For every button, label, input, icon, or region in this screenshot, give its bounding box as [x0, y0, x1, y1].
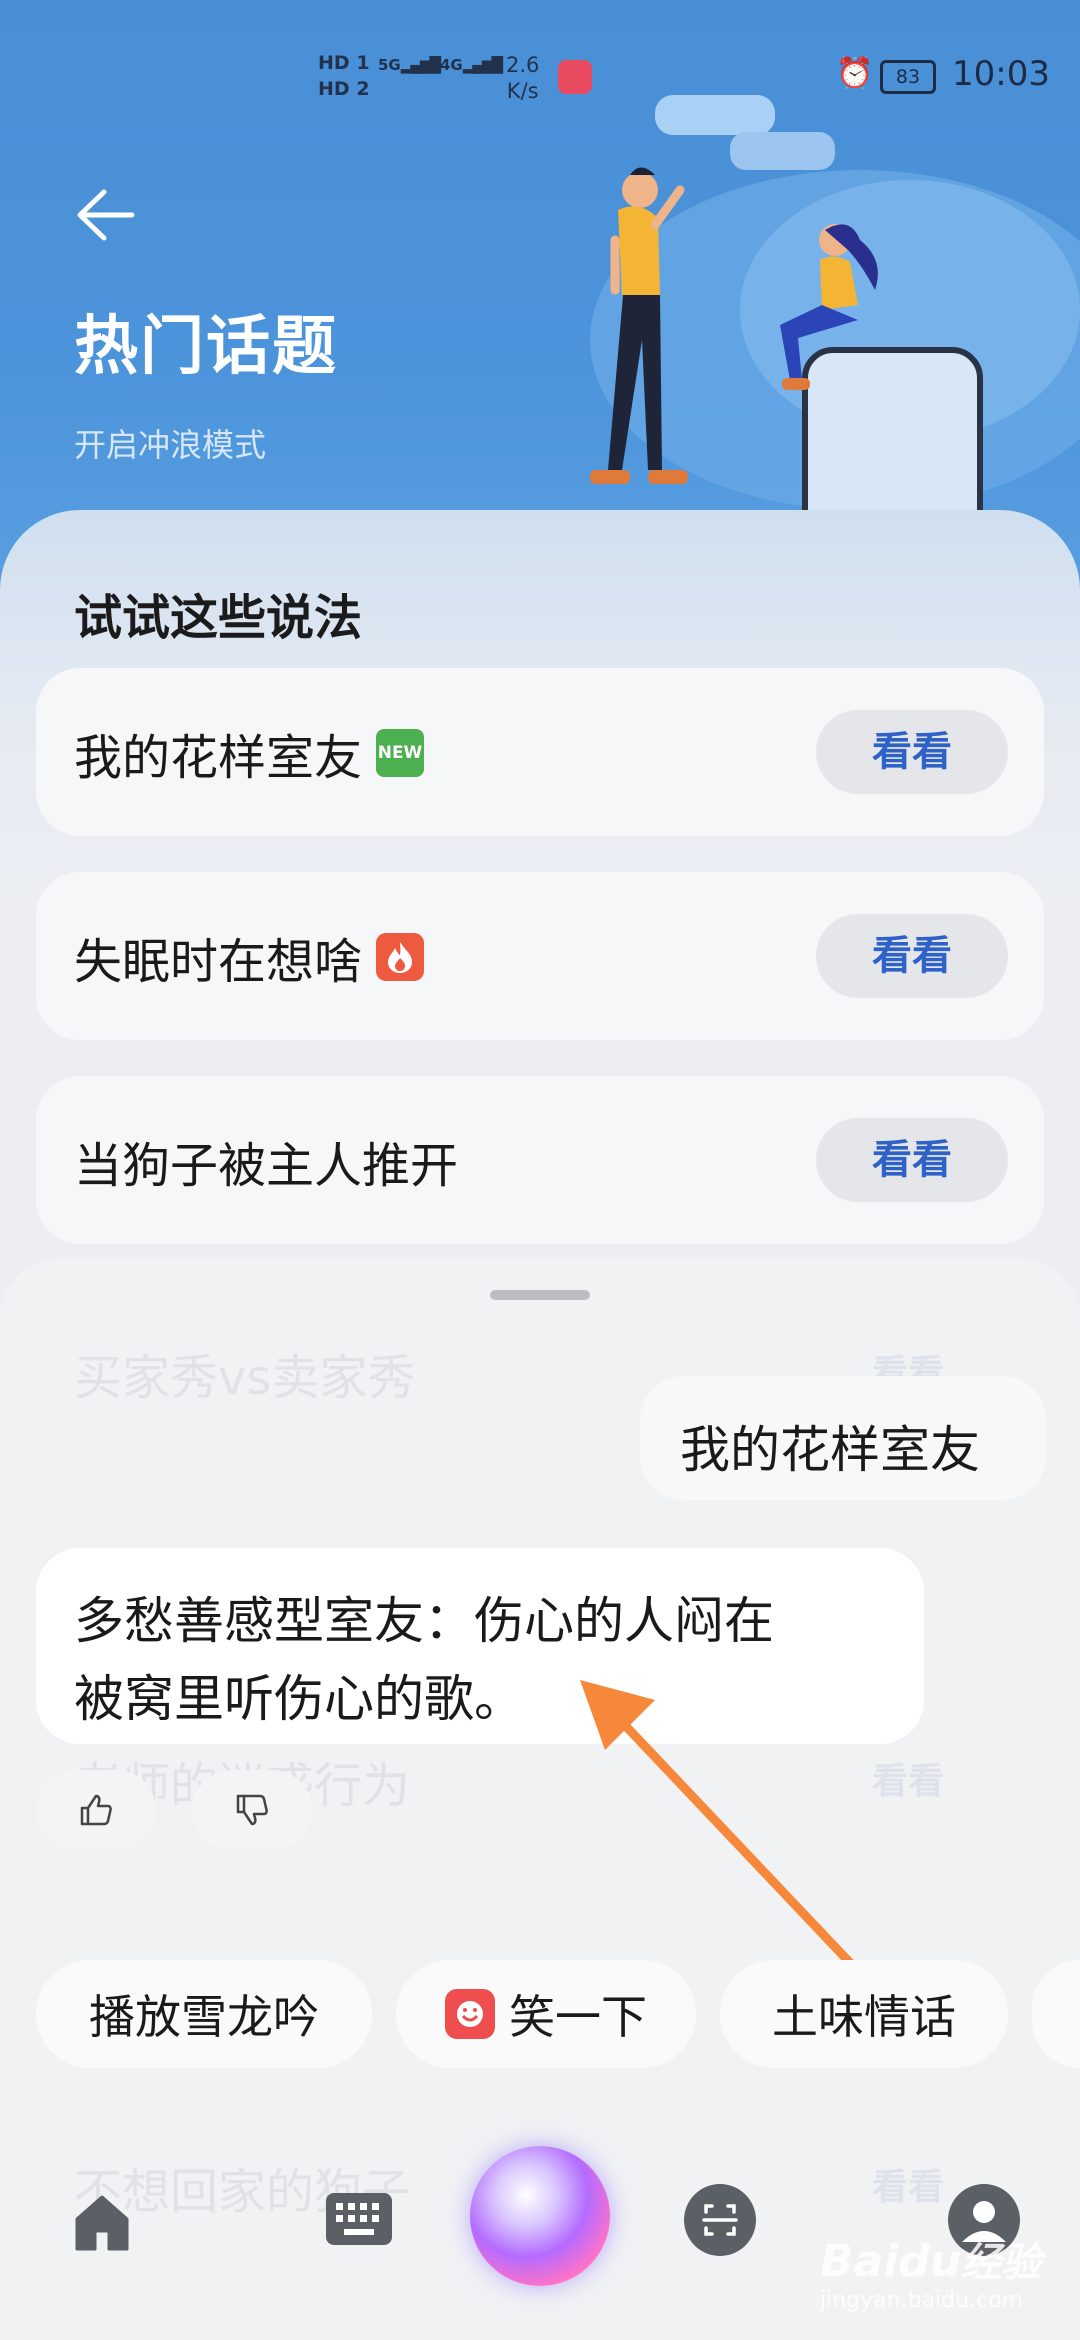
clock-time: 10:03 — [952, 54, 1050, 94]
laugh-app-icon — [445, 1989, 495, 2039]
new-badge: NEW — [376, 729, 425, 777]
suggestion-label: 我的花样室友 — [74, 730, 363, 786]
baidu-watermark: Baidu经验 jingyan.baidu.com — [820, 2236, 1042, 2313]
app-notification-icon — [558, 60, 592, 94]
user-message-bubble: 我的花样室友 — [640, 1376, 1046, 1500]
battery-icon: 83 — [880, 60, 936, 94]
suggestions-title: 试试这些说法 — [74, 590, 363, 646]
reply-text-line: 多愁善感型室友：伤心的人闷在 — [74, 1592, 774, 1650]
suggestion-card[interactable]: 当狗子被主人推开 看看 — [36, 1076, 1044, 1244]
quick-chip[interactable]: 笑一下 — [396, 1960, 696, 2068]
suggestion-label: 失眠时在想啥 — [74, 934, 363, 990]
thumbs-down-icon[interactable] — [192, 1770, 312, 1850]
suggestion-label: 当狗子被主人推开 — [74, 1138, 459, 1194]
look-button[interactable]: 看看 — [816, 1118, 1008, 1202]
quick-chip[interactable]: 播放雪龙吟 — [36, 1960, 372, 2068]
signal-4g-icon: 4G▂▄▆█ — [440, 56, 503, 74]
page-title: 热门话题 — [74, 310, 338, 384]
background-look-button: 看看 — [872, 2167, 945, 2208]
voice-orb-icon[interactable] — [470, 2146, 610, 2286]
alarm-icon: ⏰ — [836, 56, 874, 91]
keyboard-icon[interactable] — [322, 2186, 396, 2252]
fire-icon — [376, 933, 425, 981]
suggestion-card[interactable]: 我的花样室友 NEW 看看 — [36, 668, 1044, 836]
look-button[interactable]: 看看 — [816, 914, 1008, 998]
look-button[interactable]: 看看 — [816, 710, 1008, 794]
drag-handle[interactable] — [490, 1290, 590, 1300]
quick-chip[interactable]: 土味情话 — [720, 1960, 1008, 2068]
signal-5g-icon: 5G▂▄▆█ — [378, 56, 441, 74]
scan-icon[interactable] — [682, 2182, 758, 2258]
back-arrow-icon[interactable] — [70, 180, 150, 250]
page-subtitle: 开启冲浪模式 — [74, 426, 267, 464]
user-message-text: 我的花样室友 — [680, 1421, 980, 1479]
background-item-label: 买家秀vs卖家秀 — [74, 1350, 416, 1406]
header-illustration — [490, 90, 1080, 543]
suggestion-card[interactable]: 失眠时在想啥 看看 — [36, 872, 1044, 1040]
home-icon[interactable] — [60, 2180, 144, 2264]
hd-indicator: HD 1 HD 2 — [318, 52, 370, 100]
thumbs-up-icon[interactable] — [36, 1770, 156, 1850]
